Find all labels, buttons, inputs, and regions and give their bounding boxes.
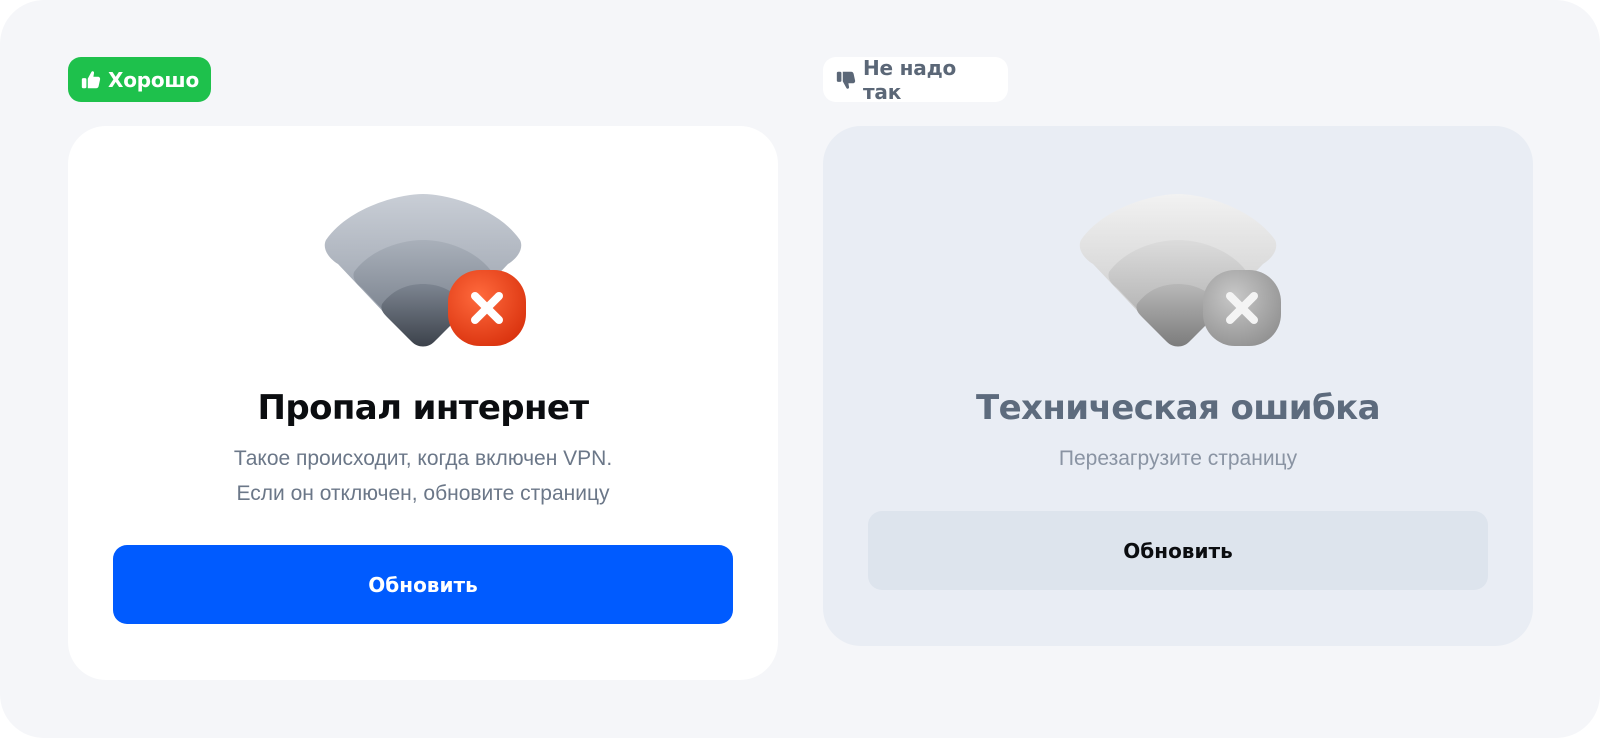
good-badge-label: Хорошо bbox=[108, 67, 199, 92]
good-example-badge: Хорошо bbox=[68, 57, 211, 102]
bad-card-description: Перезагрузите страницу bbox=[823, 441, 1533, 476]
good-error-card: Пропал интернет Такое происходит, когда … bbox=[68, 126, 778, 680]
good-card-description: Такое происходит, когда включен VPN. Есл… bbox=[68, 441, 778, 511]
thumbs-up-icon bbox=[80, 69, 102, 91]
comparison-canvas: Хорошо Не надо так Пропал интернет Такое… bbox=[0, 0, 1600, 738]
bad-error-card: Техническая ошибка Перезагрузите страниц… bbox=[823, 126, 1533, 646]
refresh-button-secondary[interactable]: Обновить bbox=[868, 511, 1488, 590]
bad-card-title: Техническая ошибка bbox=[976, 388, 1381, 428]
good-card-title: Пропал интернет bbox=[257, 388, 589, 428]
refresh-button[interactable]: Обновить bbox=[113, 545, 733, 624]
thumbs-down-icon bbox=[835, 69, 857, 91]
bad-example-badge: Не надо так bbox=[823, 55, 1008, 104]
good-description-line: Если он отключен, обновите страницу bbox=[236, 482, 610, 505]
wifi-error-gray-icon bbox=[1073, 188, 1283, 348]
bad-description-line: Перезагрузите страницу bbox=[1058, 447, 1298, 470]
wifi-error-icon bbox=[318, 188, 528, 348]
bad-badge-label: Не надо так bbox=[863, 55, 957, 104]
good-description-line: Такое происходит, когда включен VPN. bbox=[233, 447, 613, 470]
